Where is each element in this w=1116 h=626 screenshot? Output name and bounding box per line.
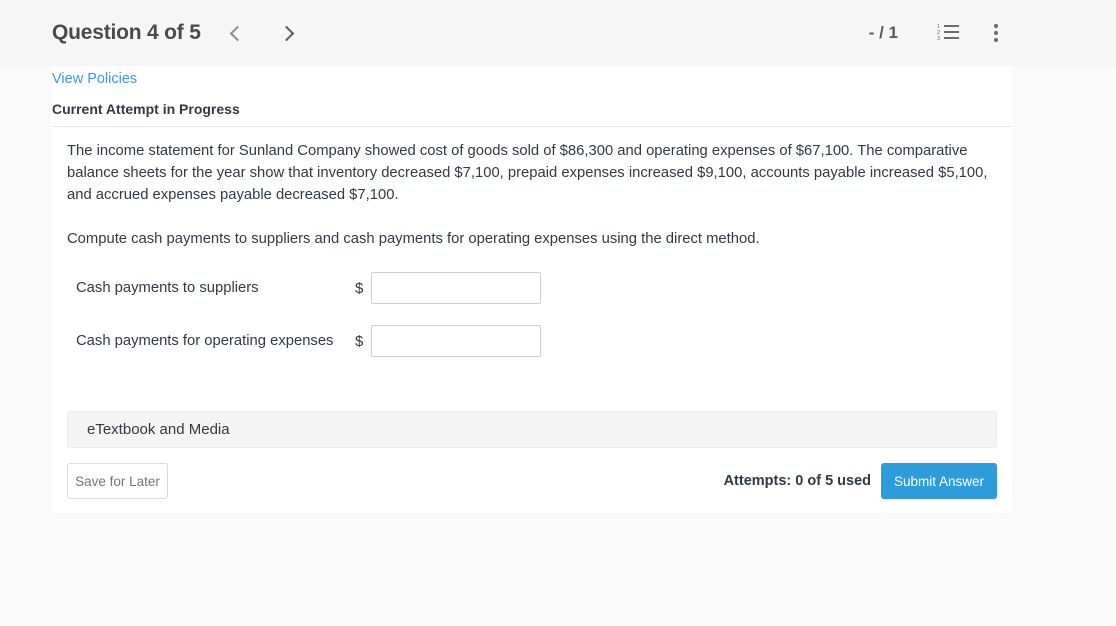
score-display: - / 1 (868, 23, 898, 42)
question-panel: View Policies Current Attempt in Progres… (52, 66, 1012, 513)
submit-answer-button[interactable]: Submit Answer (881, 463, 997, 499)
next-question-button[interactable] (271, 16, 305, 50)
answer-row: Cash payments to suppliers $ (67, 272, 997, 304)
answer-rows: Cash payments to suppliers $ Cash paymen… (67, 272, 997, 357)
question-paragraph-2: Compute cash payments to suppliers and c… (67, 231, 760, 247)
kebab-menu-icon (994, 24, 998, 42)
more-options-button[interactable] (980, 17, 1012, 49)
save-for-later-button[interactable]: Save for Later (67, 463, 168, 499)
view-policies-link[interactable]: View Policies (52, 71, 137, 87)
etextbook-and-media-label: eTextbook and Media (87, 421, 230, 438)
answer-label-cash-payments-to-suppliers: Cash payments to suppliers (76, 280, 259, 296)
footer-action-row: Save for Later Attempts: 0 of 5 used Sub… (67, 461, 997, 501)
question-body: The income statement for Sunland Company… (67, 140, 997, 250)
attempts-status: Attempts: 0 of 5 used (723, 473, 871, 489)
top-header-bar: Question 4 of 5 - / 1 1 2 3 (0, 0, 1116, 66)
header-left-group: Question 4 of 5 (52, 0, 305, 66)
question-paragraph-1: The income statement for Sunland Company… (67, 143, 988, 203)
etextbook-and-media-bar[interactable]: eTextbook and Media (67, 411, 997, 448)
list-number-3: 3 (937, 36, 941, 42)
answer-label-cash-payments-for-operating-expenses: Cash payments for operating expenses (76, 333, 334, 349)
numbered-list-icon: 1 2 3 (937, 24, 959, 42)
chevron-left-icon (229, 25, 245, 41)
cash-payments-for-operating-expenses-input[interactable] (371, 325, 541, 357)
currency-symbol: $ (355, 332, 364, 350)
panel-divider (52, 126, 1012, 127)
page-title: Question 4 of 5 (52, 21, 201, 44)
cash-payments-to-suppliers-input[interactable] (371, 272, 541, 304)
answer-row: Cash payments for operating expenses $ (67, 325, 997, 357)
currency-symbol: $ (355, 279, 364, 297)
question-list-button[interactable]: 1 2 3 (932, 17, 964, 49)
previous-question-button[interactable] (219, 16, 253, 50)
current-attempt-heading: Current Attempt in Progress (52, 101, 240, 117)
chevron-right-icon (278, 25, 294, 41)
header-right-group: - / 1 1 2 3 (869, 0, 1012, 66)
